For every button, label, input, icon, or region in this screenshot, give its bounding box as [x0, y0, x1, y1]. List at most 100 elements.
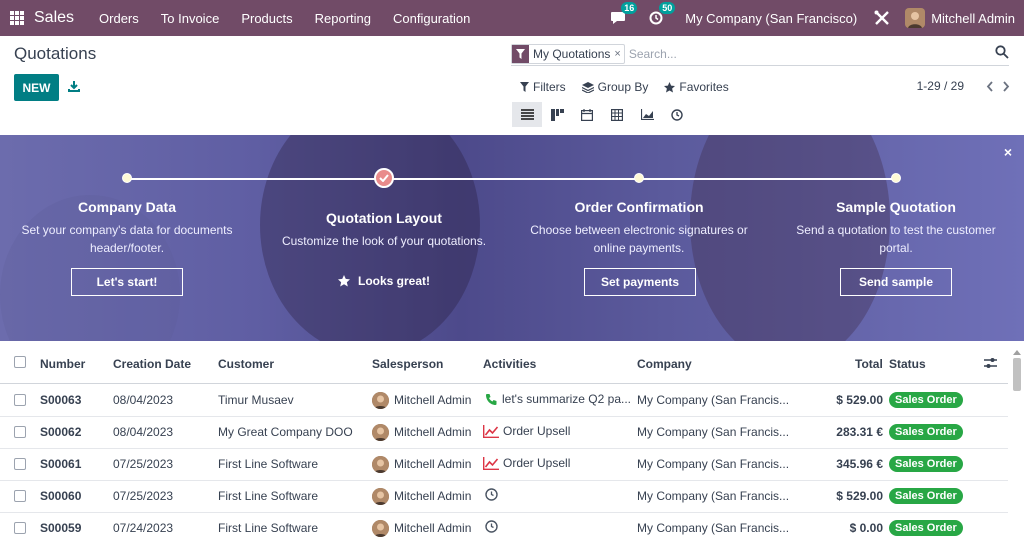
step-description: Send a quotation to test the customer — [796, 223, 996, 237]
debug-tools-icon[interactable] — [873, 9, 891, 27]
download-icon[interactable] — [68, 80, 80, 92]
activities-badge: 50 — [659, 2, 676, 14]
column-total[interactable]: Total — [855, 357, 883, 371]
status-badge: Sales Order — [889, 520, 963, 536]
cell-activity[interactable]: let's summarize Q2 pa... — [485, 392, 631, 406]
column-customer[interactable]: Customer — [218, 357, 274, 371]
progress-line — [127, 178, 896, 180]
pivot-view-button[interactable] — [602, 102, 632, 127]
status-badge: Sales Order — [889, 392, 963, 408]
row-checkbox[interactable] — [14, 522, 26, 534]
new-button[interactable]: NEW — [14, 74, 59, 101]
menu-reporting[interactable]: Reporting — [304, 11, 382, 26]
table-row[interactable]: S00062 08/04/2023 My Great Company DOO M… — [0, 417, 1008, 449]
step-title: Quotation Layout — [326, 210, 442, 226]
row-checkbox[interactable] — [14, 394, 26, 406]
apps-menu-icon[interactable] — [10, 11, 24, 25]
step-title: Sample Quotation — [836, 199, 956, 215]
step-description: Set your company's data for documents — [21, 223, 233, 237]
user-avatar[interactable] — [905, 8, 926, 28]
table-row[interactable]: S00063 08/04/2023 Timur Musaev Mitchell … — [0, 385, 1008, 417]
column-creation-date[interactable]: Creation Date — [113, 357, 191, 371]
calendar-view-button[interactable] — [572, 102, 602, 127]
cell-number: S00061 — [40, 457, 82, 471]
column-company[interactable]: Company — [637, 357, 692, 371]
scroll-up-arrow-icon[interactable] — [1013, 350, 1021, 355]
pager-previous-icon[interactable] — [986, 80, 994, 92]
cell-salesperson: Mitchell Admin — [394, 393, 472, 407]
search-facet[interactable]: My Quotations × — [511, 43, 625, 64]
list-scrollbar[interactable] — [1012, 350, 1022, 543]
table-row[interactable]: S00059 07/24/2023 First Line Software Mi… — [0, 513, 1008, 543]
cell-activity[interactable]: Order Upsell — [483, 424, 570, 438]
kanban-view-button[interactable] — [542, 102, 572, 127]
table-row[interactable]: S00061 07/25/2023 First Line Software Mi… — [0, 449, 1008, 481]
filter-icon — [512, 44, 529, 63]
cell-total: $ 0.00 — [849, 521, 883, 535]
cell-activity[interactable]: Order Upsell — [483, 456, 570, 470]
pivot-icon — [611, 108, 623, 121]
cell-customer: Timur Musaev — [218, 393, 294, 407]
search-input[interactable] — [628, 46, 969, 61]
column-salesperson[interactable]: Salesperson — [372, 357, 443, 371]
step-dot-company-data — [122, 173, 132, 183]
lets-start-button[interactable]: Let's start! — [71, 268, 183, 296]
user-menu[interactable]: Mitchell Admin — [931, 11, 1015, 26]
cell-total: 345.96 € — [836, 457, 883, 471]
search-icon[interactable] — [995, 45, 1009, 59]
app-name[interactable]: Sales — [34, 9, 74, 27]
activity-view-button[interactable] — [662, 102, 692, 127]
select-all-checkbox[interactable] — [14, 356, 26, 368]
cell-salesperson: Mitchell Admin — [394, 457, 472, 471]
graph-icon — [640, 109, 654, 120]
company-switcher[interactable]: My Company (San Francisco) — [685, 11, 857, 26]
column-number[interactable]: Number — [40, 357, 85, 371]
optional-columns-icon[interactable] — [984, 357, 997, 369]
set-payments-button[interactable]: Set payments — [584, 268, 696, 296]
step-dot-sample-quotation — [891, 173, 901, 183]
row-checkbox[interactable] — [14, 458, 26, 470]
cell-number: S00062 — [40, 425, 82, 439]
cell-date: 07/25/2023 — [113, 489, 174, 503]
row-checkbox[interactable] — [14, 490, 26, 502]
row-checkbox[interactable] — [14, 426, 26, 438]
messages-badge: 16 — [621, 2, 638, 14]
activity-label: Order Upsell — [503, 456, 571, 470]
messages-button[interactable]: 16 — [609, 2, 638, 27]
step-description: online payments. — [593, 241, 685, 255]
pager: 1-29 / 29 — [917, 79, 1010, 93]
pager-next-icon[interactable] — [1002, 80, 1010, 92]
send-sample-button[interactable]: Send sample — [840, 268, 952, 296]
list-view-button[interactable] — [512, 102, 542, 127]
graph-view-button[interactable] — [632, 102, 662, 127]
step-order-confirmation: Order Confirmation Choose between electr… — [512, 199, 766, 257]
salesperson-avatar — [372, 424, 389, 441]
favorites-dropdown[interactable]: Favorites — [664, 80, 729, 94]
cell-activity[interactable] — [485, 488, 502, 501]
group-by-label: Group By — [597, 80, 649, 94]
column-status[interactable]: Status — [889, 357, 926, 371]
list-icon — [520, 109, 534, 120]
looks-great-label: Looks great! — [338, 274, 430, 288]
star-icon — [664, 81, 676, 92]
pager-value[interactable]: 1-29 / 29 — [917, 79, 964, 93]
scroll-thumb[interactable] — [1013, 358, 1021, 391]
menu-products[interactable]: Products — [230, 11, 303, 26]
filters-dropdown[interactable]: Filters — [520, 80, 566, 94]
cell-company: My Company (San Francis... — [637, 425, 790, 439]
cell-customer: First Line Software — [218, 489, 319, 503]
column-activities[interactable]: Activities — [483, 357, 536, 371]
activities-button[interactable]: 50 — [647, 2, 676, 27]
cell-salesperson: Mitchell Admin — [394, 521, 472, 535]
group-by-dropdown[interactable]: Group By — [581, 80, 649, 94]
table-row[interactable]: S00060 07/25/2023 First Line Software Mi… — [0, 481, 1008, 513]
menu-orders[interactable]: Orders — [88, 11, 150, 26]
menu-to-invoice[interactable]: To Invoice — [150, 11, 231, 26]
menu-configuration[interactable]: Configuration — [382, 11, 481, 26]
star-icon — [338, 275, 350, 287]
banner-close-icon[interactable]: × — [1004, 144, 1012, 160]
phone-icon — [486, 393, 497, 405]
cell-activity[interactable] — [485, 520, 502, 533]
facet-remove-icon[interactable]: × — [614, 48, 623, 60]
kanban-icon — [550, 108, 564, 121]
